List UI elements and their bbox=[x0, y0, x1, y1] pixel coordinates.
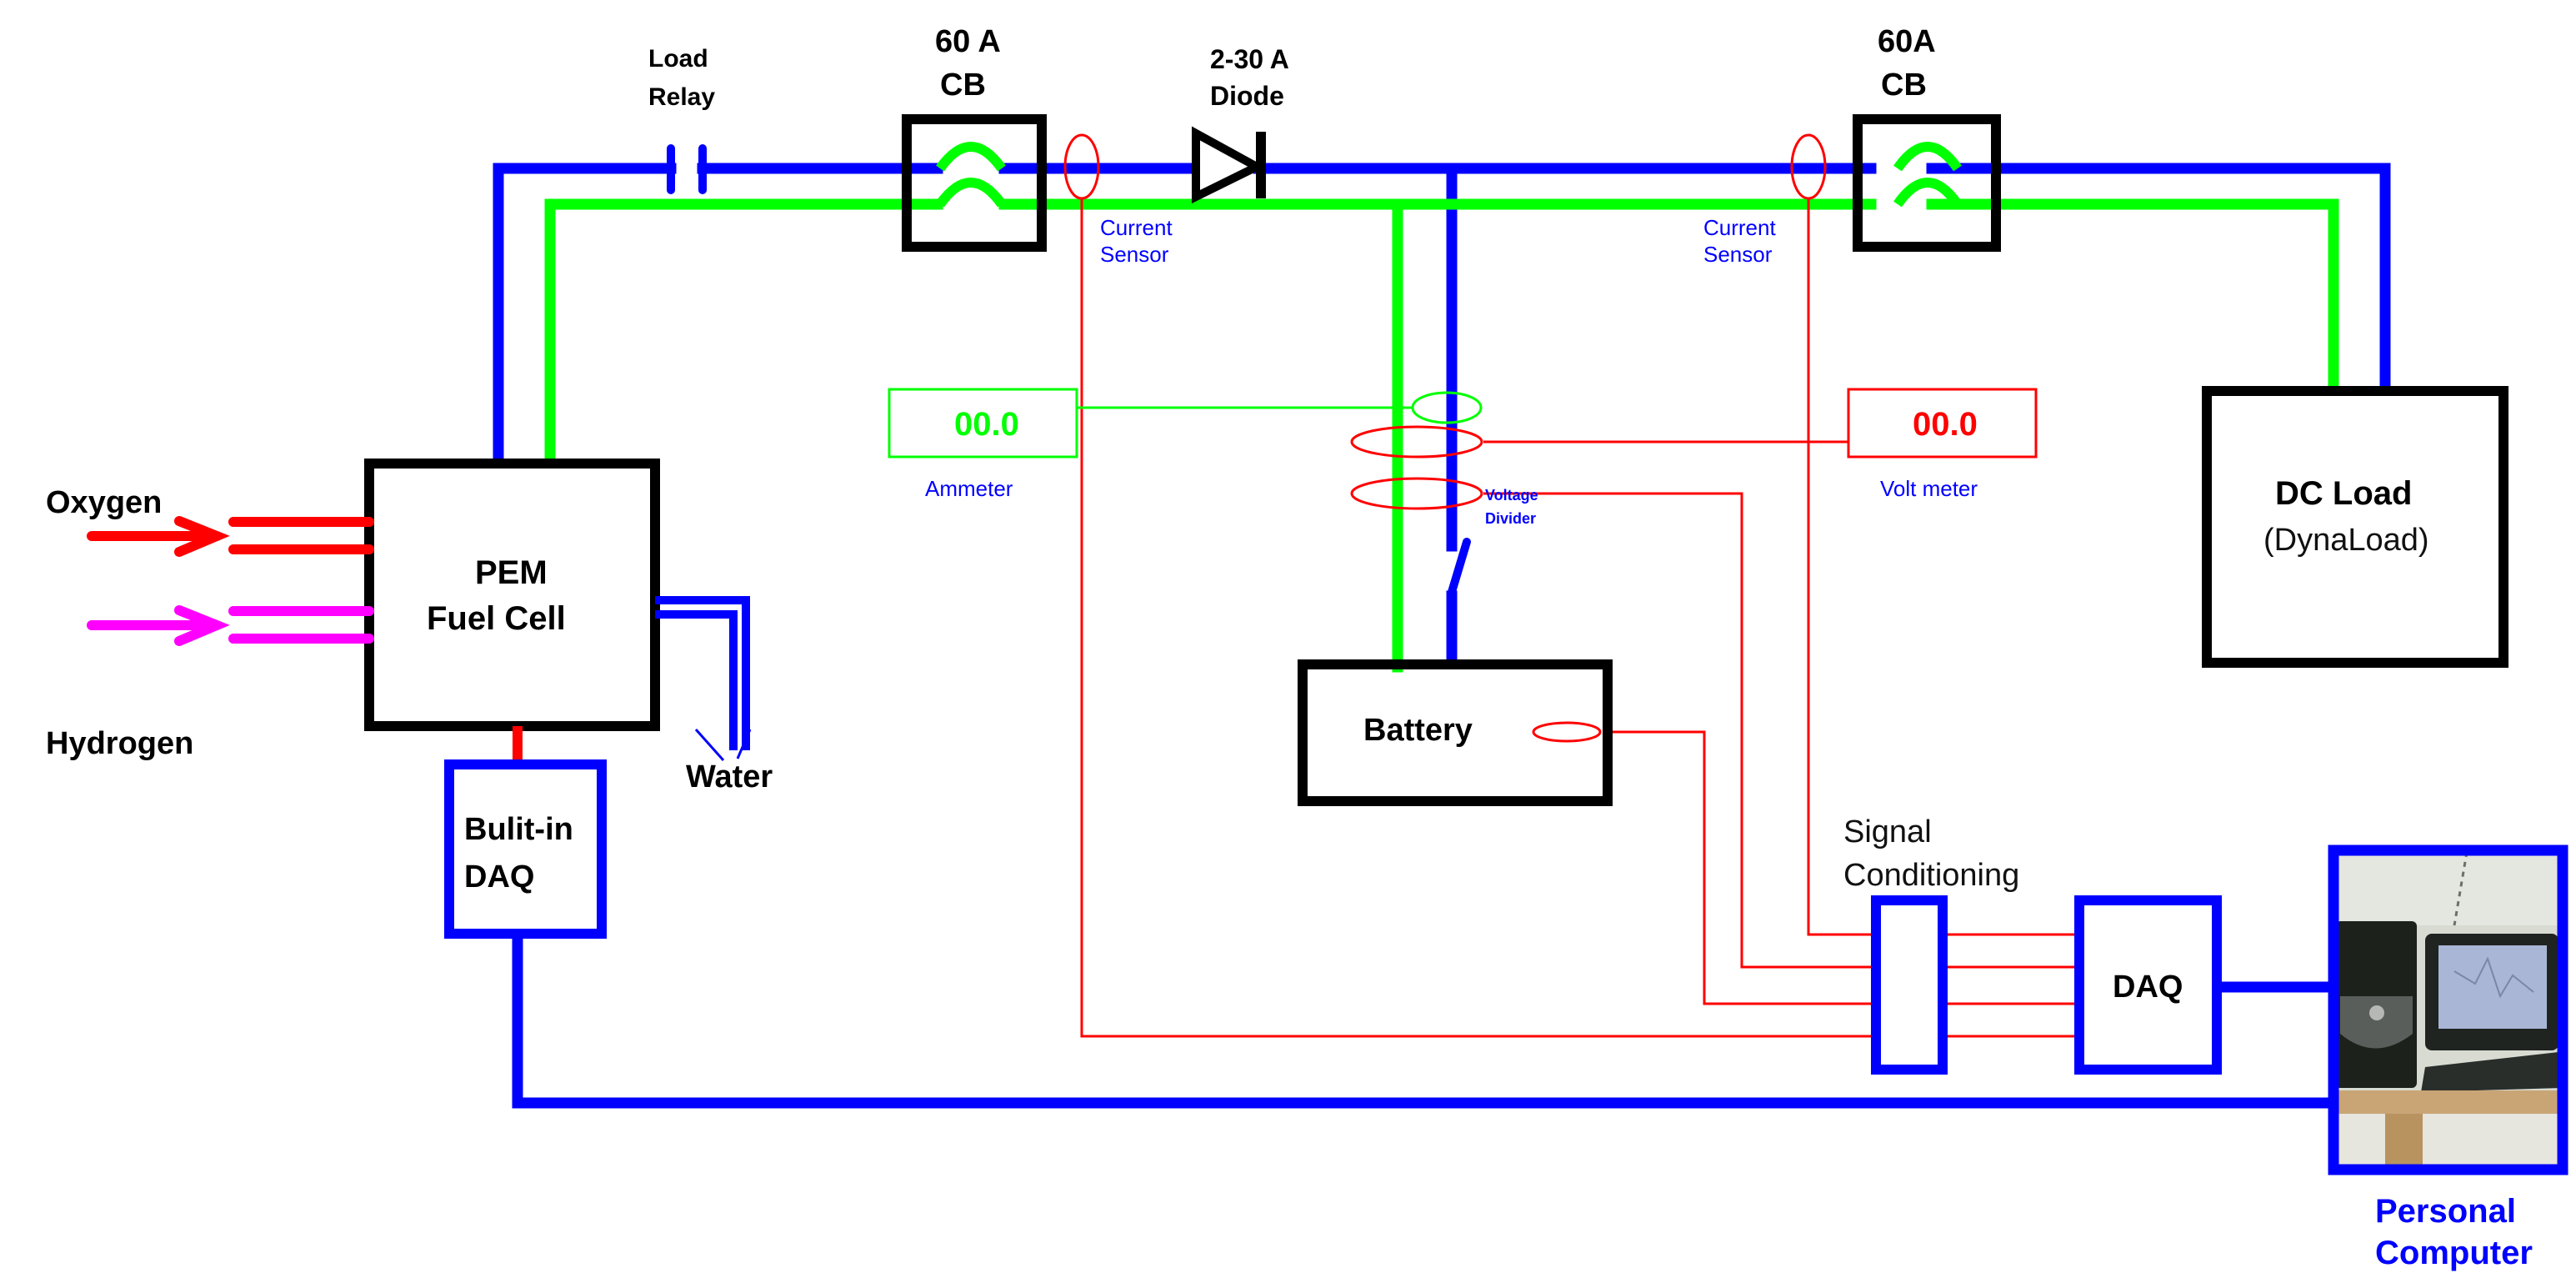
circuit-breaker-1 bbox=[902, 114, 1047, 252]
fuel-cell-box bbox=[364, 459, 660, 731]
personal-computer-label-1: Personal bbox=[2375, 1193, 2516, 1230]
daq-label: DAQ bbox=[2113, 970, 2183, 1005]
water-label: Water bbox=[686, 759, 773, 794]
cb2-label-1: 60A bbox=[1878, 24, 1936, 59]
fuel-cell-label-1: PEM bbox=[475, 554, 548, 591]
voltage-divider-label-2: Divider bbox=[1485, 510, 1536, 527]
builtin-daq-to-pc-wire bbox=[512, 934, 2333, 1109]
circuit-breaker-2 bbox=[1853, 114, 2001, 252]
water-outlet-icon bbox=[655, 596, 752, 761]
oxygen-label: Oxygen bbox=[46, 485, 162, 520]
cb1-label-2: CB bbox=[940, 68, 986, 103]
oxygen-inlet-icon bbox=[87, 516, 374, 557]
voltmeter-value: 00.0 bbox=[1913, 406, 1978, 443]
positive-bus-wire bbox=[493, 163, 2391, 668]
hydrogen-label: Hydrogen bbox=[46, 726, 193, 761]
load-relay-label-1: Load bbox=[648, 45, 708, 73]
diode-label-1: 2-30 A bbox=[1210, 44, 1289, 74]
cb2-label-2: CB bbox=[1881, 68, 1927, 103]
breaker-arc-negative-icon bbox=[936, 178, 1006, 208]
breaker-arc-positive-icon bbox=[936, 142, 1006, 172]
dc-load-sublabel: (DynaLoad) bbox=[2263, 523, 2429, 558]
ammeter-value: 00.0 bbox=[954, 406, 1019, 443]
hydrogen-inlet-icon bbox=[87, 605, 374, 646]
voltage-divider-label-1: Voltage bbox=[1485, 487, 1538, 504]
diode-label-2: Diode bbox=[1210, 81, 1284, 111]
ammeter-label: Ammeter bbox=[925, 476, 1013, 501]
personal-computer-label-2: Computer bbox=[2375, 1235, 2533, 1271]
dc-load-label: DC Load bbox=[2275, 475, 2412, 512]
current-sensor-2-label-1: Current bbox=[1703, 215, 1776, 240]
voltmeter-clamp-icon bbox=[1350, 425, 1483, 459]
load-relay-label-2: Relay bbox=[648, 83, 715, 111]
battery-sensor-icon bbox=[1532, 721, 1602, 743]
voltmeter-label: Volt meter bbox=[1880, 476, 1978, 501]
current-sensor-1-label-1: Current bbox=[1100, 215, 1173, 240]
signal-conditioning-label-2: Conditioning bbox=[1843, 858, 2019, 893]
cb1-label-1: 60 A bbox=[935, 24, 1001, 59]
current-sensor-2-label-2: Sensor bbox=[1703, 242, 1773, 267]
personal-computer-photo bbox=[2333, 850, 2563, 1170]
voltage-divider-clamp-icon bbox=[1350, 477, 1483, 510]
diode-icon bbox=[1192, 126, 1266, 204]
builtin-daq-box bbox=[444, 759, 607, 939]
signal-conditioning-label-1: Signal bbox=[1843, 814, 1932, 849]
fuel-cell-label-2: Fuel Cell bbox=[427, 600, 566, 637]
builtin-daq-label-2: DAQ bbox=[464, 860, 534, 895]
builtin-daq-label-1: Bulit-in bbox=[464, 812, 573, 847]
signal-conditioning-box bbox=[1871, 895, 1948, 1075]
current-sensor-1-label-2: Sensor bbox=[1100, 242, 1169, 267]
negative-bus-wire bbox=[544, 198, 2339, 673]
battery-label: Battery bbox=[1363, 713, 1473, 748]
fuel-cell-system-diagram: Load Relay 60 A CB Current Sensor 2-30 A… bbox=[46, 24, 2568, 1271]
